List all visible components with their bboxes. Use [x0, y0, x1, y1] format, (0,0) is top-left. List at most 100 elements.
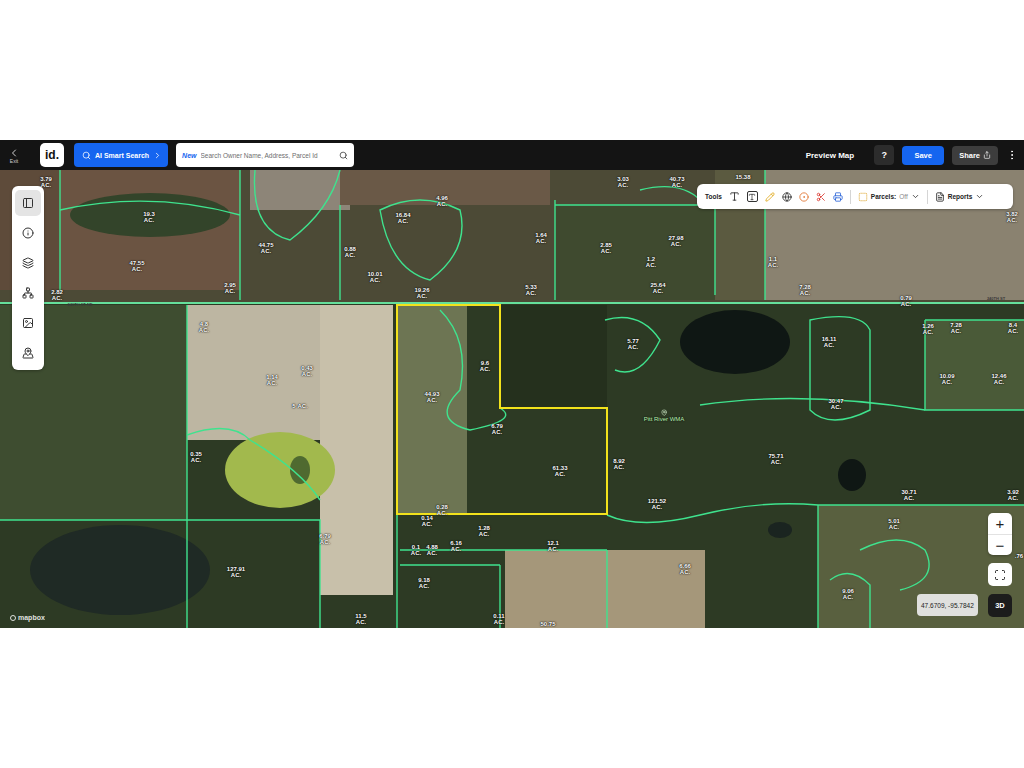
parcel-label[interactable]: 75.71AC.	[768, 453, 783, 466]
parcel-label[interactable]: 7.28AC.	[799, 284, 811, 297]
draw-tool[interactable]	[765, 192, 775, 202]
parcel-label[interactable]: 44.75AC.	[258, 242, 273, 255]
parcel-label[interactable]: 12.46AC.	[991, 373, 1006, 386]
more-button[interactable]	[1006, 149, 1018, 161]
parcel-label[interactable]: 1.26AC.	[922, 323, 934, 336]
selected-parcel-outline	[397, 305, 607, 514]
parcel-label[interactable]: 8.4AC.	[1008, 322, 1018, 335]
parcel-label[interactable]: 16.84AC.	[395, 212, 410, 225]
parcel-label[interactable]: 16.11AC.	[822, 336, 837, 349]
rail-button[interactable]	[15, 190, 41, 216]
share-button[interactable]: Share	[952, 146, 998, 165]
globe-tool[interactable]	[782, 192, 792, 202]
rail-button[interactable]	[15, 310, 41, 336]
parcel-label[interactable]: 127.91AC.	[227, 566, 245, 579]
save-button[interactable]: Save	[902, 146, 944, 165]
place-label[interactable]: Pitt River WMA	[644, 409, 685, 423]
parcel-label[interactable]: 1.2AC.	[646, 256, 656, 269]
map[interactable]: 240TH ST NE240TH ST3.79AC.19.3AC.47.55AC…	[0, 170, 1024, 628]
rail-button[interactable]	[15, 340, 41, 366]
parcel-label[interactable]: 5.01AC.	[888, 518, 900, 531]
zoom-in-button[interactable]: +	[988, 513, 1012, 534]
parcel-label[interactable]: 1.1AC.	[768, 256, 778, 269]
selected-parcel-label[interactable]: 6.79AC.	[491, 423, 503, 436]
parcel-label[interactable]: 10.01AC.	[367, 271, 382, 284]
parcel-label[interactable]: 30.47AC.	[828, 398, 843, 411]
page: Exit id. AI Smart Search New Preview Map? Sav…	[0, 0, 1024, 768]
parcel-label[interactable]: 2.82AC.	[51, 289, 63, 302]
parcel-label[interactable]: 1.64AC.	[535, 232, 547, 245]
recenter-button[interactable]	[988, 563, 1012, 586]
parcel-label[interactable]: 1.14AC.	[266, 374, 278, 387]
rail-button[interactable]	[15, 250, 41, 276]
parcel-label[interactable]: 4.88AC.	[426, 544, 438, 557]
parcel-label[interactable]: 9.18AC.	[418, 577, 430, 590]
parcel-label[interactable]: 10.09AC.	[939, 373, 954, 386]
text-tool[interactable]	[729, 191, 740, 202]
parcel-label[interactable]: 5.33AC.	[525, 284, 537, 297]
parcel-label[interactable]: 30.71AC.	[901, 489, 916, 502]
ai-smart-search-button[interactable]: AI Smart Search	[74, 143, 168, 167]
parcel-label[interactable]: 7.28AC.	[950, 322, 962, 335]
parcel-label[interactable]: 19.26AC.	[414, 287, 429, 300]
search-field[interactable]: New	[176, 143, 354, 167]
selected-parcel-label[interactable]: 9.6AC.	[480, 360, 490, 373]
help-button[interactable]: ?	[874, 145, 894, 165]
cut-tool[interactable]	[816, 192, 826, 202]
satellite-map[interactable]	[0, 170, 1024, 628]
search-icon[interactable]	[339, 151, 348, 160]
logo[interactable]: id.	[40, 143, 64, 167]
parcel-label[interactable]: 2.95AC.	[224, 282, 236, 295]
parcel-label[interactable]: 4.8AC.	[199, 321, 209, 334]
parcel-label[interactable]: 0.35AC.	[190, 451, 202, 464]
parcel-boundary	[187, 429, 320, 500]
parcel-label[interactable]: 1.28AC.	[478, 525, 490, 538]
parcel-label[interactable]: 8.92AC.	[613, 458, 625, 471]
parcel-label[interactable]: 9.06AC.	[842, 588, 854, 601]
parcel-label[interactable]: 6.16AC.	[450, 540, 462, 553]
parcel-label[interactable]: 11.5AC.	[355, 613, 366, 626]
parcel-label[interactable]: 47.55AC.	[129, 260, 144, 273]
print-tool[interactable]	[833, 192, 843, 202]
parcel-label[interactable]: 0.28AC.	[436, 504, 448, 517]
parcel-label[interactable]: 0.43AC.	[301, 365, 313, 378]
parcel-label[interactable]: 25.64AC.	[650, 282, 665, 295]
search-input[interactable]	[201, 152, 336, 159]
parcel-label[interactable]: 5AC.	[292, 403, 308, 409]
zoom-out-button[interactable]: −	[988, 534, 1012, 555]
parcel-label[interactable]: 6.79AC.	[319, 533, 331, 546]
parcel-label[interactable]: 27.98AC.	[668, 235, 683, 248]
rail-button[interactable]	[15, 280, 41, 306]
radius-tool[interactable]	[799, 192, 809, 202]
reports-menu[interactable]: Reports	[935, 192, 985, 202]
parcel-label[interactable]: 3.03AC.	[617, 176, 629, 189]
parcel-label[interactable]: 3.92AC.	[1007, 489, 1019, 502]
parcel-label[interactable]: 0.1AC.	[411, 544, 421, 557]
parcel-label[interactable]: 3.79AC.	[40, 176, 52, 189]
selected-parcel-label[interactable]: 61.33AC.	[552, 465, 567, 478]
parcel-label[interactable]: 6.66AC.	[679, 563, 691, 576]
parcels-toggle[interactable]: Parcels:Off	[858, 192, 920, 202]
parcel-label[interactable]: 40.73AC.	[669, 176, 684, 189]
parcel-label[interactable]: 15.38	[735, 174, 750, 180]
parcel-label[interactable]: 0.79AC.	[900, 295, 912, 308]
3d-toggle[interactable]: 3D	[988, 594, 1012, 617]
parcel-label[interactable]: 0.11AC.	[493, 613, 504, 626]
selected-parcel-label[interactable]: 44.93AC.	[424, 391, 439, 404]
parcel-label[interactable]: 0.14AC.	[421, 515, 433, 528]
parcel-label[interactable]: 12.1AC.	[547, 540, 559, 553]
parcel-label[interactable]: 19.3AC.	[143, 211, 155, 224]
parcel-label[interactable]: 50.75	[540, 621, 555, 627]
parcel-label[interactable]: 4.96AC.	[436, 195, 448, 208]
preview-map-button[interactable]: Preview Map	[800, 151, 860, 160]
parcel-label[interactable]: 121.52AC.	[648, 498, 666, 511]
parcel-label[interactable]: 2.85AC.	[600, 242, 612, 255]
parcel-label[interactable]: .76	[1015, 553, 1023, 559]
mapbox-attribution[interactable]: mapbox	[10, 614, 45, 621]
exit-button[interactable]: Exit	[6, 147, 22, 164]
parcel-label[interactable]: 0.88AC.	[344, 246, 356, 259]
parcel-label[interactable]: 3.82AC.	[1006, 211, 1018, 224]
parcel-label[interactable]: 5.77AC.	[627, 338, 639, 351]
rail-button[interactable]	[15, 220, 41, 246]
text-box-tool[interactable]	[747, 191, 758, 202]
